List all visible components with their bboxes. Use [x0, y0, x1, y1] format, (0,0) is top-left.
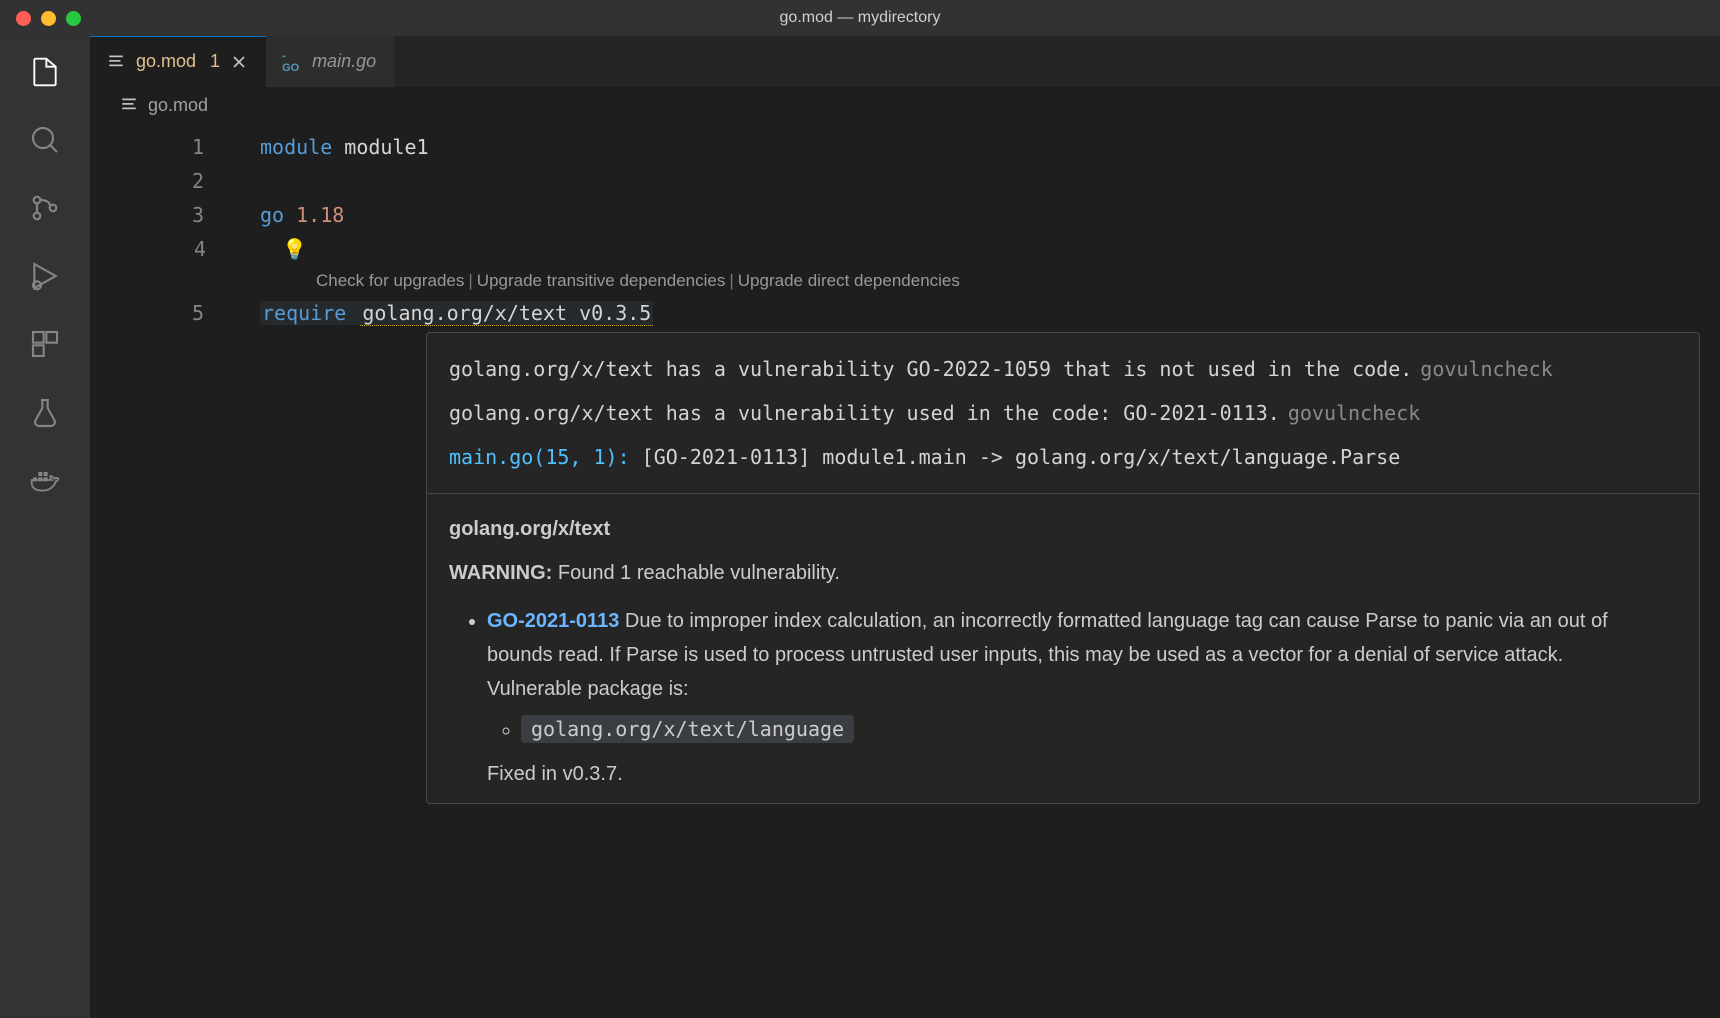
- go-file-icon: -GO: [282, 52, 302, 72]
- extensions-icon[interactable]: [27, 326, 63, 362]
- diagnostic-message: golang.org/x/text has a vulnerability GO…: [449, 347, 1677, 391]
- hover-warning: WARNING: Found 1 reachable vulnerability…: [449, 556, 1677, 590]
- breadcrumb-file: go.mod: [148, 95, 208, 116]
- hover-detail-title: golang.org/x/text: [449, 512, 1677, 546]
- window-controls: [16, 11, 81, 26]
- tab-main-go[interactable]: -GO main.go: [266, 36, 394, 87]
- search-icon[interactable]: [27, 122, 63, 158]
- activity-bar: [0, 36, 90, 1018]
- window-title: go.mod — mydirectory: [780, 9, 941, 27]
- editor-region: go.mod 1 -GO main.go go.mod 1module modu…: [90, 36, 1720, 1018]
- minimize-window-button[interactable]: [41, 11, 56, 26]
- codelens[interactable]: Check for upgrades|Upgrade transitive de…: [90, 266, 1720, 296]
- vulnerable-package: golang.org/x/text/language: [521, 715, 854, 743]
- fixed-in: Fixed in v0.3.7.: [487, 757, 1637, 791]
- line-number: 1: [90, 130, 260, 164]
- lightbulb-icon[interactable]: 💡: [282, 232, 307, 266]
- source-control-icon[interactable]: [27, 190, 63, 226]
- explorer-icon[interactable]: [27, 54, 63, 90]
- close-icon[interactable]: [230, 53, 248, 71]
- breadcrumb[interactable]: go.mod: [90, 88, 1720, 122]
- diagnostic-related[interactable]: main.go(15, 1): [GO-2021-0113] module1.m…: [449, 435, 1677, 479]
- file-lines-icon: [120, 96, 138, 114]
- tab-label: main.go: [312, 51, 376, 72]
- hover-diagnostics: golang.org/x/text has a vulnerability GO…: [427, 333, 1699, 494]
- vulnerability-id-link[interactable]: GO-2021-0113: [487, 610, 619, 632]
- titlebar: go.mod — mydirectory: [0, 0, 1720, 36]
- tab-go-mod[interactable]: go.mod 1: [90, 36, 266, 87]
- tab-dirty-count: 1: [210, 51, 220, 72]
- docker-icon[interactable]: [27, 462, 63, 498]
- vulnerability-item: GO-2021-0113 Due to improper index calcu…: [487, 604, 1677, 791]
- maximize-window-button[interactable]: [66, 11, 81, 26]
- line-number: 5: [90, 296, 260, 330]
- close-window-button[interactable]: [16, 11, 31, 26]
- hover-detail: golang.org/x/text WARNING: Found 1 reach…: [427, 494, 1699, 803]
- hover-tooltip: golang.org/x/text has a vulnerability GO…: [426, 332, 1700, 804]
- line-number: 3: [90, 198, 260, 232]
- testing-icon[interactable]: [27, 394, 63, 430]
- line-number: 2: [90, 164, 260, 198]
- line-number: 4: [90, 232, 260, 266]
- file-lines-icon: [106, 52, 126, 72]
- diagnostic-message: golang.org/x/text has a vulnerability us…: [449, 391, 1677, 435]
- code-editor[interactable]: 1module module1 2 3go 1.18 4💡 Check for …: [90, 122, 1720, 1018]
- run-debug-icon[interactable]: [27, 258, 63, 294]
- tab-label: go.mod: [136, 51, 196, 72]
- tabs-row: go.mod 1 -GO main.go: [90, 36, 1720, 88]
